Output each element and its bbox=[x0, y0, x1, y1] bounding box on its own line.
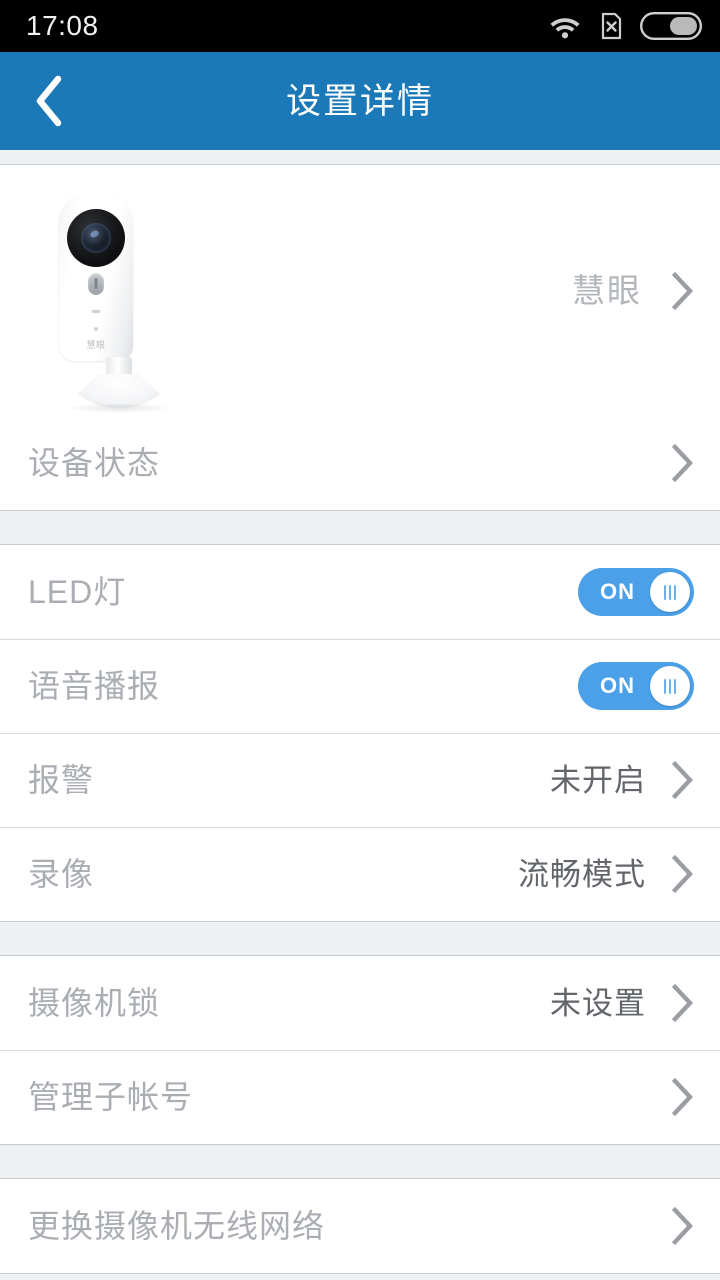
row-right: 未设置 bbox=[550, 984, 694, 1022]
row-camera-lock[interactable]: 摄像机锁 未设置 bbox=[0, 956, 720, 1050]
app-screen: 17:08 设置详情 慧眼 慧眼 设备状态 LED灯 ON 语音播报 ON 报警… bbox=[0, 0, 720, 1280]
camera-led-indicator bbox=[91, 309, 101, 313]
row-right bbox=[672, 1078, 694, 1116]
back-chevron-icon bbox=[36, 75, 62, 127]
row-value: 未开启 bbox=[550, 762, 646, 798]
toggle-knob bbox=[650, 572, 690, 612]
camera-lens bbox=[81, 222, 111, 253]
row-label: 更换摄像机无线网络 bbox=[28, 1208, 326, 1244]
section-gap bbox=[0, 922, 720, 955]
section-features: LED灯 ON 语音播报 ON 报警 未开启 录像 流畅模式 bbox=[0, 544, 720, 922]
section-device: 慧眼 慧眼 设备状态 bbox=[0, 164, 720, 511]
section-gap bbox=[0, 150, 720, 164]
row-right bbox=[672, 444, 694, 482]
status-bar-clock: 17:08 bbox=[26, 10, 99, 41]
row-manage-sub-accounts[interactable]: 管理子帐号 bbox=[0, 1050, 720, 1144]
toggle-state-label: ON bbox=[600, 579, 635, 604]
row-label: 管理子帐号 bbox=[28, 1079, 194, 1115]
chevron-right-icon bbox=[672, 1078, 694, 1116]
device-row-right: 慧眼 bbox=[572, 271, 694, 310]
row-device-status[interactable]: 设备状态 bbox=[0, 416, 720, 510]
chevron-right-icon bbox=[672, 1207, 694, 1245]
row-recording[interactable]: 录像 流畅模式 bbox=[0, 827, 720, 921]
row-label: 报警 bbox=[28, 762, 95, 798]
app-header: 设置详情 bbox=[0, 52, 720, 150]
battery-icon bbox=[640, 12, 702, 40]
row-label: 设备状态 bbox=[28, 445, 161, 481]
sim-card-no-service-icon bbox=[601, 12, 622, 40]
camera-brand-mark: 慧眼 bbox=[86, 339, 106, 350]
status-bar: 17:08 bbox=[0, 0, 720, 52]
row-right: ON bbox=[578, 662, 694, 710]
toggle-state-label: ON bbox=[600, 673, 635, 698]
camera-shadow bbox=[67, 402, 171, 413]
section-security: 摄像机锁 未设置 管理子帐号 bbox=[0, 955, 720, 1145]
chevron-right-icon bbox=[672, 855, 694, 893]
toggle-knob bbox=[650, 666, 690, 706]
row-right bbox=[672, 1207, 694, 1245]
toggle-voice-broadcast[interactable]: ON bbox=[578, 662, 694, 710]
device-row[interactable]: 慧眼 慧眼 bbox=[0, 165, 720, 416]
chevron-right-icon bbox=[672, 444, 694, 482]
row-alarm[interactable]: 报警 未开启 bbox=[0, 733, 720, 827]
row-right: ON bbox=[578, 568, 694, 616]
section-network: 更换摄像机无线网络 bbox=[0, 1178, 720, 1274]
toggle-led-light[interactable]: ON bbox=[578, 568, 694, 616]
section-gap bbox=[0, 1145, 720, 1178]
section-gap bbox=[0, 511, 720, 544]
camera-sensor bbox=[88, 272, 104, 295]
row-right: 未开启 bbox=[550, 761, 694, 799]
row-label: 语音播报 bbox=[28, 668, 161, 704]
chevron-right-icon bbox=[672, 271, 694, 310]
row-value: 流畅模式 bbox=[518, 856, 646, 892]
camera-lens-ring bbox=[67, 208, 125, 267]
row-label: 摄像机锁 bbox=[28, 985, 161, 1021]
chevron-right-icon bbox=[672, 984, 694, 1022]
back-button[interactable] bbox=[12, 52, 86, 150]
camera-product-image: 慧眼 bbox=[4, 171, 234, 413]
row-label: LED灯 bbox=[28, 574, 127, 610]
row-right: 流畅模式 bbox=[518, 855, 694, 893]
row-value: 未设置 bbox=[550, 985, 646, 1021]
row-led-light[interactable]: LED灯 ON bbox=[0, 545, 720, 639]
page-title: 设置详情 bbox=[285, 81, 434, 121]
row-label: 录像 bbox=[28, 856, 95, 892]
chevron-right-icon bbox=[672, 761, 694, 799]
row-voice-broadcast[interactable]: 语音播报 ON bbox=[0, 639, 720, 733]
status-bar-icons bbox=[548, 11, 702, 41]
device-name: 慧眼 bbox=[572, 272, 642, 309]
row-change-camera-wifi[interactable]: 更换摄像机无线网络 bbox=[0, 1179, 720, 1273]
camera-body: 慧眼 bbox=[59, 192, 133, 361]
wifi-icon bbox=[550, 18, 580, 39]
camera-mic-hole bbox=[94, 326, 98, 331]
